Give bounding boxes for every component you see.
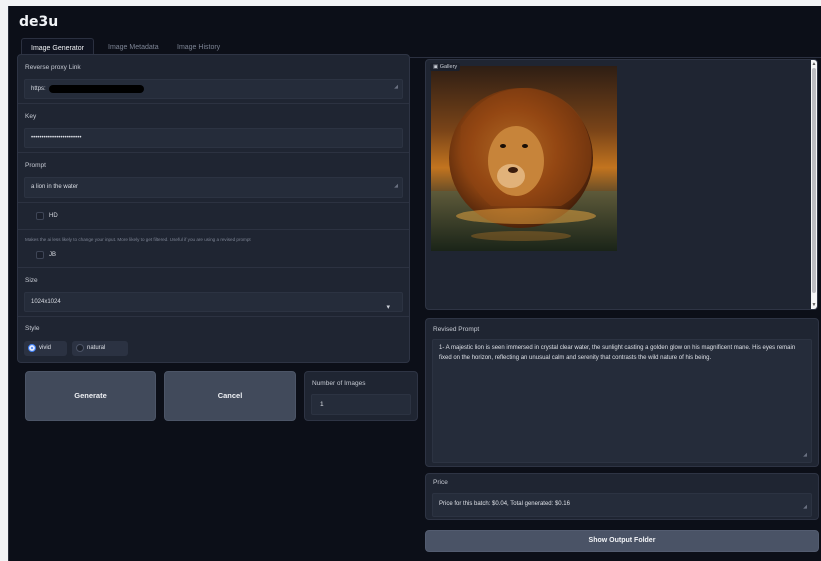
number-of-images-value: 1 [320, 401, 324, 408]
jb-label: JB [49, 252, 57, 258]
proxy-field: Reverse proxy Link https: ◢ [18, 55, 409, 104]
size-label: Size [25, 277, 38, 284]
gallery-scrollbar[interactable]: ▲ ▼ [811, 60, 817, 309]
price-panel: Price Price for this batch: $0.04, Total… [425, 473, 819, 520]
revised-prompt-panel: Revised Prompt 1- A majestic lion is see… [425, 318, 819, 467]
scroll-down-icon[interactable]: ▼ [811, 302, 817, 308]
natural-label: natural [87, 345, 106, 351]
vivid-label: vivid [39, 345, 52, 351]
cancel-button[interactable]: Cancel [164, 371, 296, 421]
size-field: Size 1024x1024 ▾ [18, 268, 409, 317]
dropdown-arrow-icon: ▾ [386, 304, 390, 311]
resize-handle-icon[interactable]: ◢ [803, 450, 807, 460]
redaction-mark [49, 85, 144, 93]
style-option-vivid[interactable]: vivid [24, 341, 67, 356]
generated-lion-image[interactable] [431, 66, 617, 251]
key-label: Key [25, 113, 37, 120]
proxy-label: Reverse proxy Link [25, 64, 81, 71]
radio-selected-icon [28, 344, 36, 352]
image-icon: ▣ [433, 64, 439, 70]
number-of-images-field: Number of Images 1 [304, 371, 418, 421]
proxy-value: https: [31, 86, 46, 92]
hd-checkbox[interactable] [36, 212, 44, 220]
gallery-label-text: Gallery [439, 64, 458, 70]
prompt-field: Prompt a lion in the water ◢ [18, 153, 409, 203]
jb-field: Makes the ai less likely to change your … [18, 230, 409, 268]
resize-handle-icon[interactable]: ◢ [803, 500, 807, 514]
generate-button[interactable]: Generate [25, 371, 156, 421]
size-select[interactable]: 1024x1024 ▾ [24, 292, 403, 312]
hd-field: HD [18, 203, 409, 230]
revised-prompt-text: 1- A majestic lion is seen immersed in c… [439, 345, 796, 361]
revised-prompt-label: Revised Prompt [433, 326, 480, 333]
jb-checkbox[interactable] [36, 251, 44, 259]
price-text: Price for this batch: $0.04, Total gener… [439, 501, 570, 507]
resize-handle-icon[interactable]: ◢ [394, 177, 398, 195]
price-label: Price [433, 479, 448, 486]
style-field: Style vivid natural [18, 317, 409, 363]
prompt-value: a lion in the water [31, 184, 79, 190]
scrollbar-thumb[interactable] [812, 68, 816, 293]
key-input[interactable]: •••••••••••••••••••••••• [24, 128, 403, 148]
app-title: de3u [19, 14, 59, 30]
generator-form: Reverse proxy Link https: ◢ Key ••••••••… [17, 54, 410, 363]
jb-hint: Makes the ai less likely to change your … [25, 237, 251, 242]
gallery-label: ▣ Gallery [430, 63, 461, 71]
prompt-input[interactable]: a lion in the water ◢ [24, 177, 403, 198]
scroll-up-icon[interactable]: ▲ [811, 61, 817, 67]
prompt-label: Prompt [25, 162, 46, 169]
style-option-natural[interactable]: natural [72, 341, 128, 356]
price-textbox[interactable]: Price for this batch: $0.04, Total gener… [432, 493, 812, 517]
show-output-folder-button[interactable]: Show Output Folder [425, 530, 819, 552]
revised-prompt-textarea[interactable]: 1- A majestic lion is seen immersed in c… [432, 339, 812, 463]
radio-unselected-icon [76, 344, 84, 352]
number-of-images-input[interactable]: 1 [311, 394, 411, 415]
key-value: •••••••••••••••••••••••• [31, 135, 82, 141]
size-value: 1024x1024 [31, 299, 61, 305]
style-label: Style [25, 325, 40, 332]
resize-handle-icon[interactable]: ◢ [394, 78, 398, 96]
gallery-panel: ▣ Gallery ▲ ▼ [425, 59, 818, 310]
key-field: Key •••••••••••••••••••••••• [18, 104, 409, 153]
hd-label: HD [49, 213, 58, 219]
proxy-input[interactable]: https: ◢ [24, 79, 403, 99]
number-of-images-label: Number of Images [312, 380, 366, 387]
